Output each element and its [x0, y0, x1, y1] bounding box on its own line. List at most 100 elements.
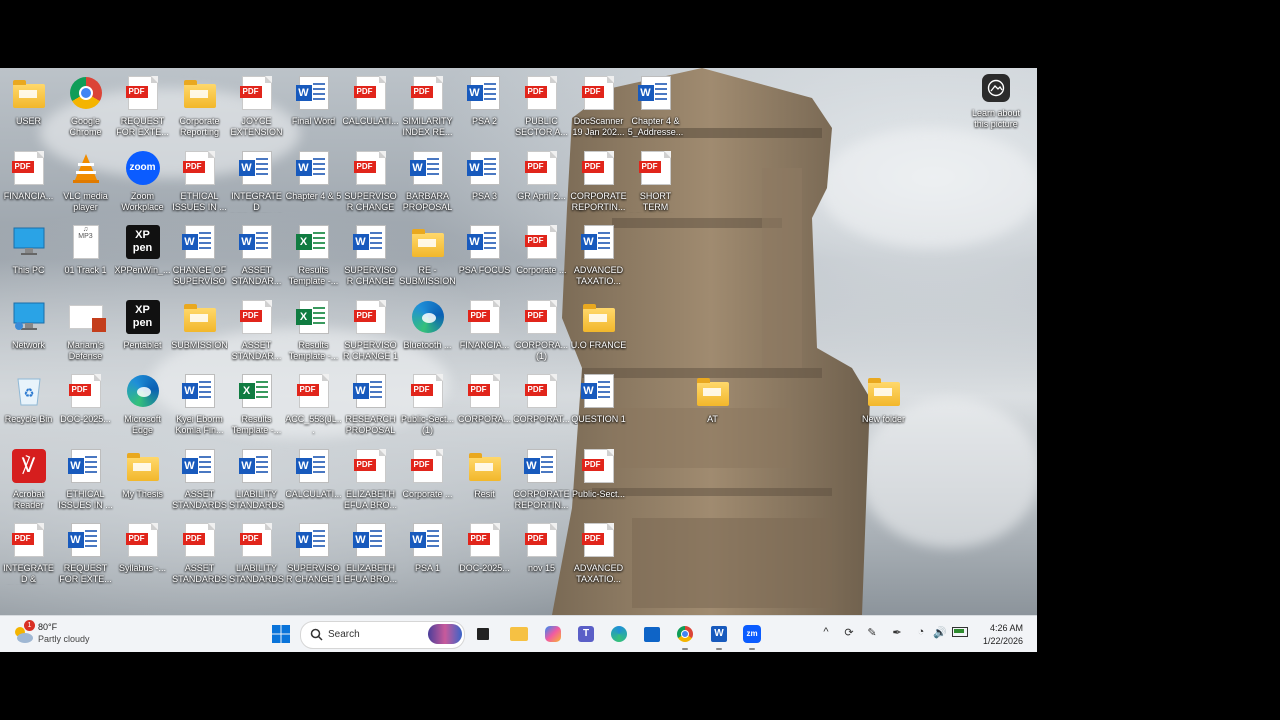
desktop-icon[interactable]: PDF Syllabus -... — [114, 517, 171, 591]
chrome-taskbar-button[interactable] — [674, 622, 696, 650]
taskbar-search[interactable]: Search — [300, 621, 465, 649]
desktop-icon[interactable]: PDF GR April 2... — [513, 145, 570, 219]
desktop-icon[interactable]: AT — [684, 368, 741, 442]
desktop-icon[interactable]: W INTEGRATED REPORTING — [228, 145, 285, 219]
desktop-icon[interactable]: PDF ASSET STANDAR... — [228, 294, 285, 368]
desktop-icon[interactable]: W ADVANCED TAXATIO... — [570, 219, 627, 293]
teams-button[interactable]: T — [575, 622, 597, 646]
desktop-icon[interactable]: W REQUEST FOR EXTE... — [57, 517, 114, 591]
desktop-icon[interactable]: W PSA 3 — [456, 145, 513, 219]
desktop-icon[interactable]: VLC media player — [57, 145, 114, 219]
start-button[interactable] — [270, 622, 292, 646]
desktop-icon[interactable]: W Chapter 4 & 5 — [285, 145, 342, 219]
desktop-icon[interactable]: W RESEARCH PROPOSAL — [342, 368, 399, 442]
desktop-icon[interactable]: PDF DOC-2025... — [57, 368, 114, 442]
desktop-icon[interactable]: PDF REQUEST FOR EXTE... — [114, 70, 171, 144]
desktop-icon[interactable]: W LIABILITY STANDARDS — [228, 443, 285, 517]
desktop-icon[interactable]: X Results Template -... — [285, 294, 342, 368]
desktop-icon[interactable]: PDF Corporate ... — [399, 443, 456, 517]
clock-date[interactable]: 1/22/2026 — [983, 636, 1023, 646]
desktop-icon[interactable]: PDF ELIZABETH EFUA BRO... — [342, 443, 399, 517]
zoom-taskbar-button[interactable]: zm — [741, 622, 763, 650]
desktop-icon[interactable]: PDF Corporate ... — [513, 219, 570, 293]
desktop-icon[interactable]: Bluetooth ... — [399, 294, 456, 368]
taskview-button[interactable] — [474, 622, 492, 646]
desktop-icon[interactable]: PDF FINANCIA... — [456, 294, 513, 368]
desktop-icon[interactable]: PDF CORPORA... (1) — [513, 294, 570, 368]
desktop-icon[interactable]: PDF nov 15 — [513, 517, 570, 591]
learn-about-picture-button[interactable]: Learn about this picture — [968, 74, 1024, 130]
desktop-icon[interactable]: PDF ACC_553(JL... — [285, 368, 342, 442]
desktop-icon[interactable]: zoom Zoom Workplace — [114, 145, 171, 219]
desktop-icon[interactable]: Resit — [456, 443, 513, 517]
pen-icon[interactable]: ✒ — [889, 626, 905, 639]
store-button[interactable] — [641, 622, 663, 646]
desktop-icon[interactable]: W SUPERVISOR CHANGE 1 — [285, 517, 342, 591]
desktop-icon[interactable]: PDF DOC-2025... — [456, 517, 513, 591]
desktop-icon[interactable]: My Thesis — [114, 443, 171, 517]
desktop-icon[interactable]: PDF CALCULATI... — [342, 70, 399, 144]
desktop-icon[interactable]: XP pen XPPenWin_... — [114, 219, 171, 293]
desktop-icon[interactable]: Corporate Reporting — [171, 70, 228, 144]
desktop-icon[interactable]: PDF ASSET STANDARDS — [171, 517, 228, 591]
battery-icon[interactable] — [952, 626, 968, 637]
desktop-icon[interactable]: W ASSET STANDAR... — [228, 219, 285, 293]
desktop-icon[interactable]: PDF PUBLIC SECTOR A... — [513, 70, 570, 144]
chevron-up-icon[interactable]: ^ — [818, 626, 834, 638]
desktop-icon[interactable]: RE - SUBMISSION — [399, 219, 456, 293]
desktop-icon[interactable]: PDF ETHICAL ISSUES IN ... — [171, 145, 228, 219]
word-taskbar-button[interactable]: W — [708, 622, 730, 650]
desktop-icon[interactable]: U.O FRANCE — [570, 294, 627, 368]
desktop-icon[interactable]: W ASSET STANDARDS — [171, 443, 228, 517]
desktop-icon[interactable]: PDF SHORT TERM DECISION ... — [627, 145, 684, 219]
wifi-icon[interactable]: ◔ — [913, 626, 929, 638]
desktop-icon[interactable]: PDF SUPERVISOR CHANGE 1 — [342, 294, 399, 368]
desktop-icon[interactable]: W PSA 2 — [456, 70, 513, 144]
desktop-icon[interactable]: PDF ADVANCED TAXATIO... — [570, 517, 627, 591]
desktop-icon[interactable]: This PC — [0, 219, 57, 293]
desktop-icon[interactable]: W CHANGE OF SUPERVISOR — [171, 219, 228, 293]
desktop-icon[interactable]: PDF DocScanner 19 Jan 202... — [570, 70, 627, 144]
desktop-icon[interactable]: X Results Template -... — [285, 219, 342, 293]
desktop-icon[interactable]: PDF FINANCIA... — [0, 145, 57, 219]
clock-time[interactable]: 4:26 AM — [990, 623, 1023, 633]
desktop-icon[interactable]: PDF SUPERVISOR CHANGE — [342, 145, 399, 219]
desktop-icon[interactable]: W PSA FOCUS — [456, 219, 513, 293]
desktop-icon[interactable]: PDF Public-Sect... — [570, 443, 627, 517]
desktop-icon[interactable]: PDF INTEGRATED & SUSTAIN... — [0, 517, 57, 591]
desktop-icon[interactable]: Mariam's Defense — [57, 294, 114, 368]
desktop-icon[interactable]: SUBMISSION — [171, 294, 228, 368]
desktop-icon[interactable]: Microsoft Edge — [114, 368, 171, 442]
desktop-icon[interactable]: PDF CORPORATE REPORTIN... — [570, 145, 627, 219]
copilot-button[interactable] — [542, 622, 564, 646]
desktop-icon[interactable]: ♻ Recycle Bin — [0, 368, 57, 442]
desktop-icon[interactable]: PDF JOYCE EXTENSION — [228, 70, 285, 144]
desktop-icon[interactable]: W SUPERVISOR CHANGE — [342, 219, 399, 293]
desktop-icon[interactable]: PDF Public-Sect... (1) — [399, 368, 456, 442]
desktop-icon[interactable]: W BARBARA PROPOSAL — [399, 145, 456, 219]
desktop-icon[interactable]: W CORPORATE REPORTIN... — [513, 443, 570, 517]
desktop-icon[interactable]: W ETHICAL ISSUES IN ... — [57, 443, 114, 517]
desktop-icon[interactable]: Google Chrome — [57, 70, 114, 144]
weather-widget[interactable]: 1 — [10, 620, 36, 646]
desktop-icon[interactable]: New folder — [855, 368, 912, 442]
desktop-icon[interactable]: W QUESTION 1 — [570, 368, 627, 442]
desktop-icon[interactable]: Network — [0, 294, 57, 368]
desktop-icon[interactable]: W PSA 1 — [399, 517, 456, 591]
desktop-icon[interactable]: PDF CORPORAT... — [513, 368, 570, 442]
desktop-icon[interactable]: W Final Word — [285, 70, 342, 144]
desktop-icon[interactable]: PDF CORPORA... — [456, 368, 513, 442]
file-explorer-button[interactable] — [508, 622, 530, 646]
volume-icon[interactable]: 🔊 — [932, 626, 948, 639]
desktop-icon[interactable]: X Results Template -... — [228, 368, 285, 442]
desktop-icon[interactable]: USER — [0, 70, 57, 144]
desktop-icon[interactable]: W Kyei Eborm Komla Fin... — [171, 368, 228, 442]
desktop-icon[interactable]: PDF SIMILARITY INDEX RE... — [399, 70, 456, 144]
desktop-icon[interactable]: W ELIZABETH EFUA BRO... — [342, 517, 399, 591]
desktop-icon[interactable]: ℣ Acrobat Reader — [0, 443, 57, 517]
desktop-icon[interactable]: W Chapter 4 & 5_Addresse... — [627, 70, 684, 144]
sync-icon[interactable]: ⟳ — [841, 626, 857, 639]
desktop-icon[interactable]: ♫ MP3 01 Track 1 — [57, 219, 114, 293]
desktop-icon[interactable]: XP pen Pentablet — [114, 294, 171, 368]
pen-settings-icon[interactable]: ✎ — [864, 626, 880, 639]
